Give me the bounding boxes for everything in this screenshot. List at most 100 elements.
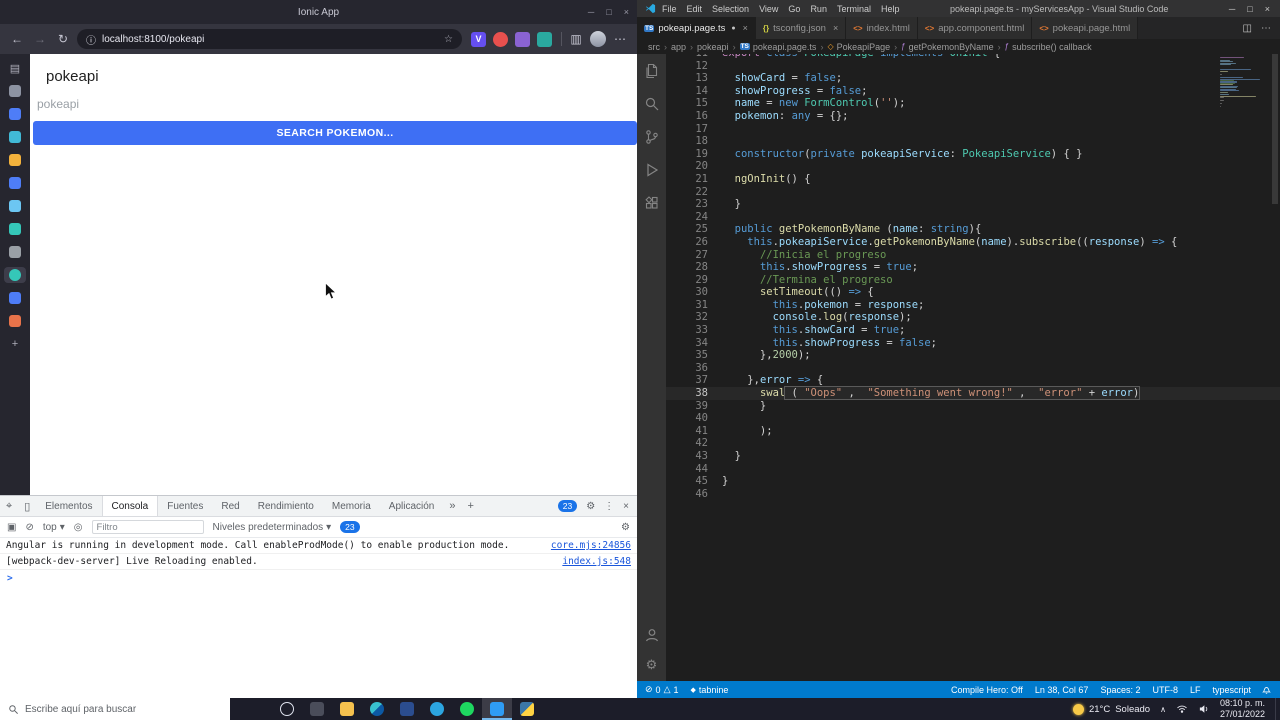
browser-tab-1-tab[interactable] (4, 83, 26, 99)
code-line-14[interactable]: 14 showProgress = false; (666, 85, 1280, 98)
account-icon[interactable] (643, 626, 660, 643)
console-filter-input[interactable] (91, 520, 204, 534)
ionic-app-tab-tab[interactable] (4, 267, 26, 283)
browser-tab-5-tab[interactable] (4, 175, 26, 191)
code-line-27[interactable]: 27 //Inicia el progreso (666, 249, 1280, 262)
menu-help[interactable]: Help (881, 4, 900, 14)
console-source-link[interactable]: core.mjs:24856 (551, 540, 631, 551)
editor-tab-pokeapi.page.html[interactable]: <> pokeapi.page.html (1032, 17, 1139, 39)
issues-badge[interactable]: 23 (340, 521, 360, 533)
python-taskbar-button[interactable] (512, 698, 542, 720)
breadcrumb-item[interactable]: ƒ subscribe() callback (1005, 42, 1092, 52)
code-line-22[interactable]: 22 (666, 186, 1280, 199)
vue-devtools-extension-icon[interactable]: V (471, 31, 486, 47)
code-line-32[interactable]: 32 console.log(response); (666, 311, 1280, 324)
telegram-taskbar-button[interactable] (422, 698, 452, 720)
taskbar-search-input[interactable] (25, 703, 222, 715)
code-line-20[interactable]: 20 (666, 160, 1280, 173)
code-line-42[interactable]: 42 (666, 437, 1280, 450)
search-icon[interactable] (643, 95, 660, 112)
address-bar[interactable]: ⓘ localhost:8100/pokeapi ☆ (77, 29, 462, 49)
problems-indicator[interactable]: ⊘ 0 △ 1 (645, 684, 679, 695)
purple-extension-icon[interactable] (515, 31, 530, 47)
weather-widget[interactable]: 21°C Soleado (1072, 703, 1150, 715)
run-debug-icon[interactable] (643, 161, 660, 178)
status-utf-8[interactable]: UTF-8 (1152, 685, 1178, 695)
code-line-16[interactable]: 16 pokemon: any = {}; (666, 110, 1280, 123)
code-line-44[interactable]: 44 (666, 463, 1280, 476)
browser-menu-icon[interactable]: ⋯ (611, 32, 629, 46)
code-line-36[interactable]: 36 (666, 362, 1280, 375)
code-line-28[interactable]: 28 this.showProgress = true; (666, 261, 1280, 274)
split-editor-icon[interactable]: ◫ (1243, 23, 1252, 34)
minimap[interactable] (1220, 57, 1266, 109)
search-pokemon-button[interactable]: SEARCH POKEMON... (33, 121, 637, 145)
browser-tab-11-tab[interactable] (4, 313, 26, 329)
status-typescript[interactable]: typescript (1212, 685, 1251, 695)
code-line-24[interactable]: 24 (666, 211, 1280, 224)
browser-tab-6-tab[interactable] (4, 198, 26, 214)
devtools-settings-icon[interactable]: ⚙ (586, 501, 595, 512)
explorer-icon[interactable] (643, 62, 660, 79)
code-line-30[interactable]: 30 setTimeout(() => { (666, 286, 1280, 299)
console-settings-icon[interactable]: ⚙ (621, 522, 630, 533)
menu-edit[interactable]: Edit (687, 4, 703, 14)
code-editor[interactable]: 11export class PokeapiPage implements On… (666, 54, 1280, 681)
breadcrumb-item[interactable]: ƒ getPokemonByName (901, 42, 994, 52)
red-extension-icon[interactable] (493, 31, 508, 47)
inspect-element-icon[interactable]: ⌖ (0, 500, 18, 513)
browser-minimize-button[interactable]: ─ (588, 7, 594, 17)
clear-console-icon[interactable]: ⊘ (25, 522, 33, 533)
browser-maximize-button[interactable]: □ (606, 7, 611, 17)
menu-terminal[interactable]: Terminal (837, 4, 871, 14)
devtools-tab-memoria[interactable]: Memoria (323, 496, 380, 516)
menu-go[interactable]: Go (788, 4, 800, 14)
taskbar-clock[interactable]: 08:10 p. m. 27/01/2022 (1220, 698, 1265, 720)
code-line-40[interactable]: 40 (666, 412, 1280, 425)
code-line-43[interactable]: 43 } (666, 450, 1280, 463)
code-line-34[interactable]: 34 this.showProgress = false; (666, 337, 1280, 350)
vertical-tabs-toggle-icon[interactable]: ▤ (10, 60, 20, 76)
frame-context-dropdown[interactable]: top ▾ (43, 522, 65, 533)
volume-icon[interactable] (1198, 703, 1210, 715)
code-line-46[interactable]: 46 (666, 488, 1280, 501)
log-levels-dropdown[interactable]: Niveles predeterminados ▾ (213, 522, 332, 533)
site-info-icon[interactable]: ⓘ (86, 32, 96, 47)
code-line-39[interactable]: 39 } (666, 400, 1280, 413)
browser-tab-2-tab[interactable] (4, 106, 26, 122)
extensions-icon[interactable] (643, 194, 660, 211)
editor-tab-tsconfig.json[interactable]: {} tsconfig.json × (755, 17, 847, 39)
menu-run[interactable]: Run (810, 4, 827, 14)
notifications-bell-icon[interactable] (1261, 684, 1272, 695)
code-line-13[interactable]: 13 showCard = false; (666, 72, 1280, 85)
add-pane-icon[interactable]: + (462, 500, 480, 512)
file-explorer-taskbar-button[interactable] (332, 698, 362, 720)
device-toolbar-icon[interactable]: ▯ (18, 500, 36, 513)
wifi-icon[interactable] (1176, 703, 1188, 715)
browser-tab-10-tab[interactable] (4, 290, 26, 306)
tabnine-indicator[interactable]: ◆ tabnine (691, 685, 729, 695)
code-line-23[interactable]: 23 } (666, 198, 1280, 211)
devtools-tab-fuentes[interactable]: Fuentes (158, 496, 212, 516)
code-line-15[interactable]: 15 name = new FormControl(''); (666, 97, 1280, 110)
code-line-33[interactable]: 33 this.showCard = true; (666, 324, 1280, 337)
status-compile-hero-off[interactable]: Compile Hero: Off (951, 685, 1023, 695)
menu-selection[interactable]: Selection (712, 4, 749, 14)
browser-close-button[interactable]: × (624, 7, 629, 17)
code-line-21[interactable]: 21 ngOnInit() { (666, 173, 1280, 186)
code-line-26[interactable]: 26 this.pokeapiService.getPokemonByName(… (666, 236, 1280, 249)
editor-more-actions-icon[interactable]: ⋯ (1261, 23, 1271, 34)
devtools-tab-red[interactable]: Red (212, 496, 248, 516)
devtools-tab-consola[interactable]: Consola (101, 496, 159, 516)
code-line-18[interactable]: 18 (666, 135, 1280, 148)
vscode-minimize-button[interactable]: ─ (1229, 4, 1235, 14)
tray-chevron-icon[interactable]: ∧ (1160, 705, 1166, 714)
menu-view[interactable]: View (759, 4, 778, 14)
status-lf[interactable]: LF (1190, 685, 1201, 695)
code-line-19[interactable]: 19 constructor(private pokeapiService: P… (666, 148, 1280, 161)
show-desktop-button[interactable] (1275, 698, 1280, 720)
scrollbar-thumb[interactable] (1272, 54, 1278, 204)
console-messages-badge[interactable]: 23 (557, 500, 578, 512)
source-control-icon[interactable] (643, 128, 660, 145)
devtools-tab-aplicación[interactable]: Aplicación (380, 496, 444, 516)
